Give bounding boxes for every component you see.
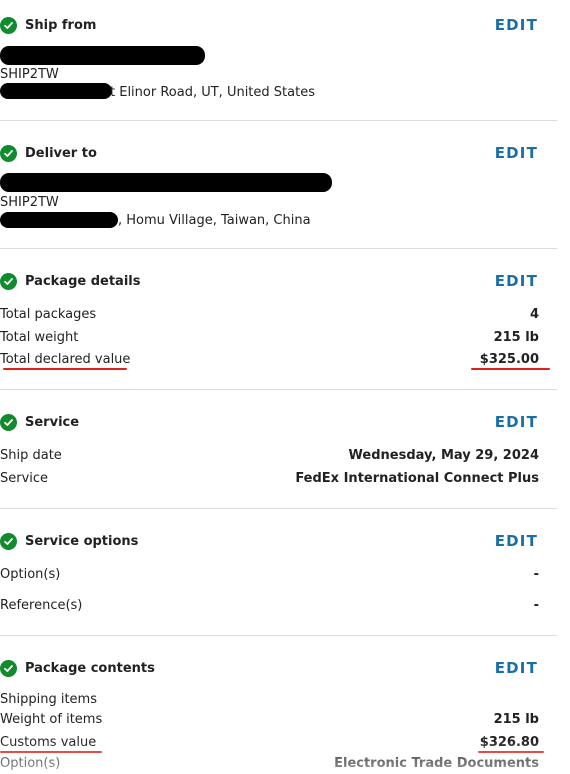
row-value: $326.80: [479, 735, 539, 750]
ship-from-title: Ship from: [25, 17, 97, 33]
red-annotation-underline: [478, 751, 544, 753]
row-label: Customs value: [0, 735, 97, 750]
row-label: Option(s): [0, 756, 61, 771]
divider: [0, 389, 557, 390]
divider: [0, 120, 557, 121]
package-details-header: Package details: [0, 270, 140, 292]
service-title: Service: [25, 414, 80, 430]
red-annotation-underline: [3, 368, 127, 370]
ship-from-edit-button[interactable]: EDIT: [495, 16, 538, 34]
detail-row-total-packages: Total packages 4: [0, 307, 539, 325]
deliver-to-title: Deliver to: [25, 145, 97, 161]
service-edit-button[interactable]: EDIT: [495, 413, 538, 431]
package-contents-edit-button[interactable]: EDIT: [495, 659, 538, 677]
row-label: Shipping items: [0, 692, 97, 707]
service-options-title: Service options: [25, 533, 139, 549]
redacted-street: [0, 83, 112, 99]
package-contents-header: Package contents: [0, 657, 155, 679]
row-value: $325.00: [479, 352, 539, 367]
package-details-title: Package details: [25, 273, 141, 289]
row-label: Reference(s): [0, 598, 83, 613]
divider: [0, 248, 557, 249]
ship-from-company: SHIP2TW: [0, 67, 59, 82]
row-label: Weight of items: [0, 712, 103, 727]
row-label: Total weight: [0, 330, 79, 345]
deliver-to-edit-button[interactable]: EDIT: [495, 144, 538, 162]
row-value: Electronic Trade Documents: [334, 756, 539, 771]
check-circle-icon: [0, 413, 17, 431]
check-circle-icon: [0, 272, 17, 290]
check-circle-icon: [0, 144, 17, 162]
detail-row-options: Option(s) Electronic Trade Documents: [0, 756, 539, 774]
ship-from-address: t Elinor Road, UT, United States: [110, 85, 315, 100]
check-circle-icon: [0, 532, 17, 550]
red-annotation-underline: [0, 751, 102, 753]
row-value: 215 lb: [493, 330, 539, 345]
detail-row-references: Reference(s) -: [0, 598, 539, 616]
service-options-edit-button[interactable]: EDIT: [495, 532, 538, 550]
row-value: FedEx International Connect Plus: [295, 471, 539, 486]
detail-row-ship-date: Ship date Wednesday, May 29, 2024: [0, 448, 539, 466]
detail-row-total-weight: Total weight 215 lb: [0, 330, 539, 348]
divider: [0, 635, 557, 636]
package-details-edit-button[interactable]: EDIT: [495, 272, 538, 290]
row-label: Total declared value: [0, 352, 131, 367]
deliver-to-header: Deliver to: [0, 142, 97, 164]
red-annotation-underline: [471, 368, 550, 370]
deliver-to-address: , Homu Village, Taiwan, China: [118, 213, 311, 228]
row-label: Total packages: [0, 307, 97, 322]
row-value: -: [533, 567, 539, 582]
redacted-name: [0, 173, 332, 192]
row-value: 4: [529, 307, 539, 322]
check-circle-icon: [0, 659, 17, 677]
service-options-header: Service options: [0, 530, 138, 552]
row-value: -: [533, 598, 539, 613]
deliver-to-company: SHIP2TW: [0, 195, 59, 210]
check-circle-icon: [0, 16, 17, 34]
detail-row-shipping-items: Shipping items: [0, 692, 539, 710]
redacted-street: [0, 212, 118, 228]
row-label: Option(s): [0, 567, 61, 582]
redacted-name: [0, 46, 205, 65]
detail-row-service: Service FedEx International Connect Plus: [0, 471, 539, 489]
package-contents-title: Package contents: [25, 660, 155, 676]
row-value: Wednesday, May 29, 2024: [348, 448, 539, 463]
detail-row-options: Option(s) -: [0, 567, 539, 585]
divider: [0, 508, 557, 509]
row-label: Service: [0, 471, 49, 486]
detail-row-weight-of-items: Weight of items 215 lb: [0, 712, 539, 730]
ship-from-header: Ship from: [0, 14, 96, 36]
service-header: Service: [0, 411, 79, 433]
row-value: 215 lb: [493, 712, 539, 727]
row-label: Ship date: [0, 448, 62, 463]
